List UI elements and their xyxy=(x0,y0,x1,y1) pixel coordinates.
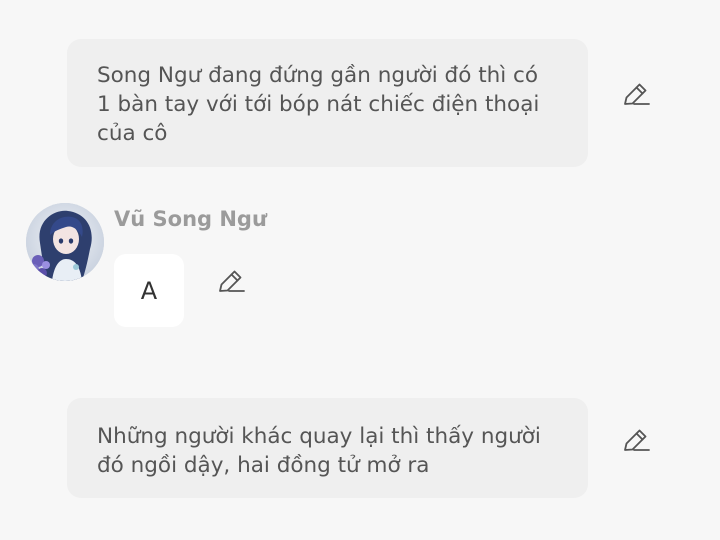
avatar[interactable] xyxy=(26,203,104,281)
character-name[interactable]: Vũ Song Ngư xyxy=(114,207,267,231)
narration-bubble: Song Ngư đang đứng gần người đó thì có 1… xyxy=(67,39,588,167)
narration-bubble: Những người khác quay lại thì thấy người… xyxy=(67,398,588,498)
pencil-icon[interactable] xyxy=(621,79,651,109)
pencil-icon[interactable] xyxy=(216,266,246,296)
pencil-icon[interactable] xyxy=(621,425,651,455)
dialog-bubble: A xyxy=(114,254,184,327)
